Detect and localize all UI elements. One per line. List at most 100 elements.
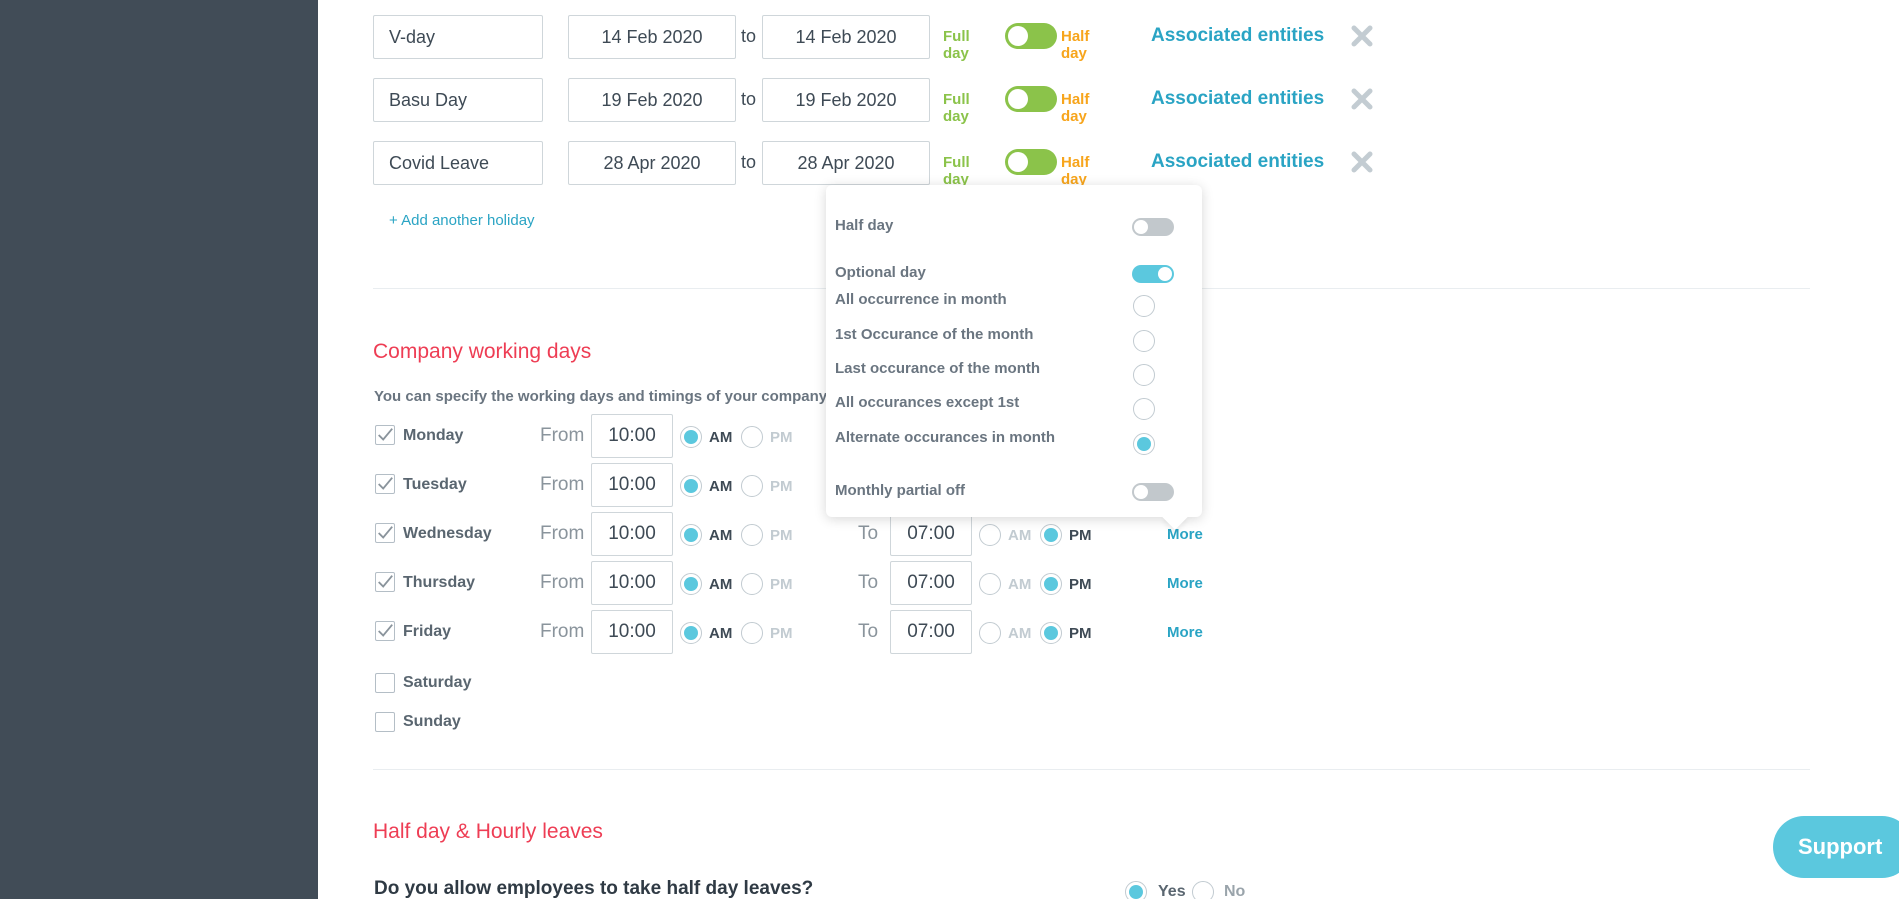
pm-label: PM — [770, 576, 793, 593]
occurrence-option-radio[interactable] — [1133, 295, 1155, 317]
full-half-day-toggle[interactable] — [1005, 149, 1057, 175]
holiday-from-date[interactable]: 19 Feb 2020 — [568, 78, 736, 122]
from-label: From — [540, 523, 585, 544]
to-am-radio[interactable] — [979, 524, 1001, 546]
to-time-input[interactable]: 07:00 — [890, 512, 972, 556]
to-label: To — [858, 572, 879, 593]
no-radio[interactable] — [1192, 881, 1214, 899]
from-am-radio[interactable] — [680, 573, 702, 595]
day-label: Sunday — [403, 713, 461, 730]
am-label: AM — [709, 576, 733, 593]
half-day-label: Half day — [1061, 91, 1090, 125]
more-link[interactable]: More — [1167, 624, 1203, 641]
close-icon[interactable] — [1348, 85, 1376, 113]
half-day-question: Do you allow employees to take half day … — [374, 878, 814, 899]
from-time-input[interactable]: 10:00 — [591, 561, 673, 605]
occurrence-option-radio[interactable] — [1133, 398, 1155, 420]
checkbox-unchecked[interactable] — [375, 712, 395, 732]
from-label: From — [540, 621, 585, 642]
checkbox-checked-icon[interactable] — [375, 572, 395, 592]
half-day-label: Half day — [1061, 28, 1090, 62]
close-icon[interactable] — [1348, 22, 1376, 50]
from-am-radio[interactable] — [680, 622, 702, 644]
occurrence-option-label: 1st Occurance of the month — [835, 326, 1034, 343]
occurrence-option-radio[interactable] — [1133, 433, 1155, 455]
more-link[interactable]: More — [1167, 575, 1203, 592]
working-days-title: Company working days — [373, 340, 592, 363]
to-time-input[interactable]: 07:00 — [890, 610, 972, 654]
pm-label: PM — [770, 429, 793, 446]
pm-label: PM — [770, 478, 793, 495]
holiday-to-date[interactable]: 19 Feb 2020 — [762, 78, 930, 122]
to-am-radio[interactable] — [979, 622, 1001, 644]
from-pm-radio[interactable] — [741, 524, 763, 546]
checkbox-unchecked[interactable] — [375, 673, 395, 693]
to-label: To — [858, 621, 879, 642]
am-label: AM — [1008, 576, 1032, 593]
optional-day-switch[interactable] — [1132, 265, 1174, 283]
full-day-label: Full day — [943, 154, 970, 188]
day-row-sunday: Sunday — [373, 709, 1273, 753]
associated-entities-link[interactable]: Associated entities — [1151, 88, 1324, 110]
from-pm-radio[interactable] — [741, 622, 763, 644]
holiday-to-date[interactable]: 28 Apr 2020 — [762, 141, 930, 185]
pm-label: PM — [1069, 625, 1092, 642]
from-label: From — [540, 572, 585, 593]
am-label: AM — [709, 478, 733, 495]
from-pm-radio[interactable] — [741, 475, 763, 497]
pm-label: PM — [1069, 527, 1092, 544]
day-label: Friday — [403, 623, 452, 640]
to-pm-radio[interactable] — [1040, 524, 1062, 546]
monthly-partial-switch[interactable] — [1132, 483, 1174, 501]
occurrence-option-label: Alternate occurances in month — [835, 429, 1056, 446]
checkbox-checked-icon[interactable] — [375, 523, 395, 543]
from-time-input[interactable]: 10:00 — [591, 463, 673, 507]
from-pm-radio[interactable] — [741, 426, 763, 448]
occurrence-option-radio[interactable] — [1133, 330, 1155, 352]
checkbox-checked-icon[interactable] — [375, 474, 395, 494]
holiday-from-date[interactable]: 14 Feb 2020 — [568, 15, 736, 59]
holiday-to-date[interactable]: 14 Feb 2020 — [762, 15, 930, 59]
half-day-switch[interactable] — [1132, 218, 1174, 236]
from-time-input[interactable]: 10:00 — [591, 414, 673, 458]
full-half-day-toggle[interactable] — [1005, 86, 1057, 112]
am-label: AM — [709, 625, 733, 642]
checkbox-checked-icon[interactable] — [375, 621, 395, 641]
from-am-radio[interactable] — [680, 524, 702, 546]
from-time-input[interactable]: 10:00 — [591, 610, 673, 654]
add-holiday-link[interactable]: + Add another holiday — [389, 212, 535, 229]
from-time-input[interactable]: 10:00 — [591, 512, 673, 556]
holiday-options-popover: Half day Optional day All occurrence in … — [826, 185, 1202, 517]
day-label: Monday — [403, 427, 464, 444]
occurrence-option-radio[interactable] — [1133, 364, 1155, 386]
holiday-name-input[interactable]: Covid Leave — [373, 141, 543, 185]
yes-radio[interactable] — [1125, 881, 1147, 899]
to-pm-radio[interactable] — [1040, 573, 1062, 595]
day-row-thursday: Thursday From 10:00 AM PM To 07:00 AM PM… — [373, 561, 1273, 605]
support-button[interactable]: Support — [1773, 816, 1899, 878]
more-link[interactable]: More — [1167, 526, 1203, 543]
pm-label: PM — [1069, 576, 1092, 593]
to-am-radio[interactable] — [979, 573, 1001, 595]
associated-entities-link[interactable]: Associated entities — [1151, 151, 1324, 173]
to-label: to — [741, 26, 757, 46]
checkbox-checked-icon[interactable] — [375, 425, 395, 445]
holiday-name-input[interactable]: Basu Day — [373, 78, 543, 122]
day-row-friday: Friday From 10:00 AM PM To 07:00 AM PM M… — [373, 610, 1273, 654]
close-icon[interactable] — [1348, 148, 1376, 176]
full-half-day-toggle[interactable] — [1005, 23, 1057, 49]
full-day-label: Full day — [943, 28, 970, 62]
occurrence-option-label: All occurrence in month — [835, 291, 1007, 308]
holiday-name-input[interactable]: V-day — [373, 15, 543, 59]
to-pm-radio[interactable] — [1040, 622, 1062, 644]
to-time-input[interactable]: 07:00 — [890, 561, 972, 605]
occurrence-option-label: Last occurance of the month — [835, 360, 1041, 377]
holiday-from-date[interactable]: 28 Apr 2020 — [568, 141, 736, 185]
from-am-radio[interactable] — [680, 475, 702, 497]
associated-entities-link[interactable]: Associated entities — [1151, 25, 1324, 47]
occurrence-option-label: All occurances except 1st — [835, 394, 1020, 411]
from-am-radio[interactable] — [680, 426, 702, 448]
to-label: To — [858, 523, 879, 544]
am-label: AM — [709, 429, 733, 446]
from-pm-radio[interactable] — [741, 573, 763, 595]
